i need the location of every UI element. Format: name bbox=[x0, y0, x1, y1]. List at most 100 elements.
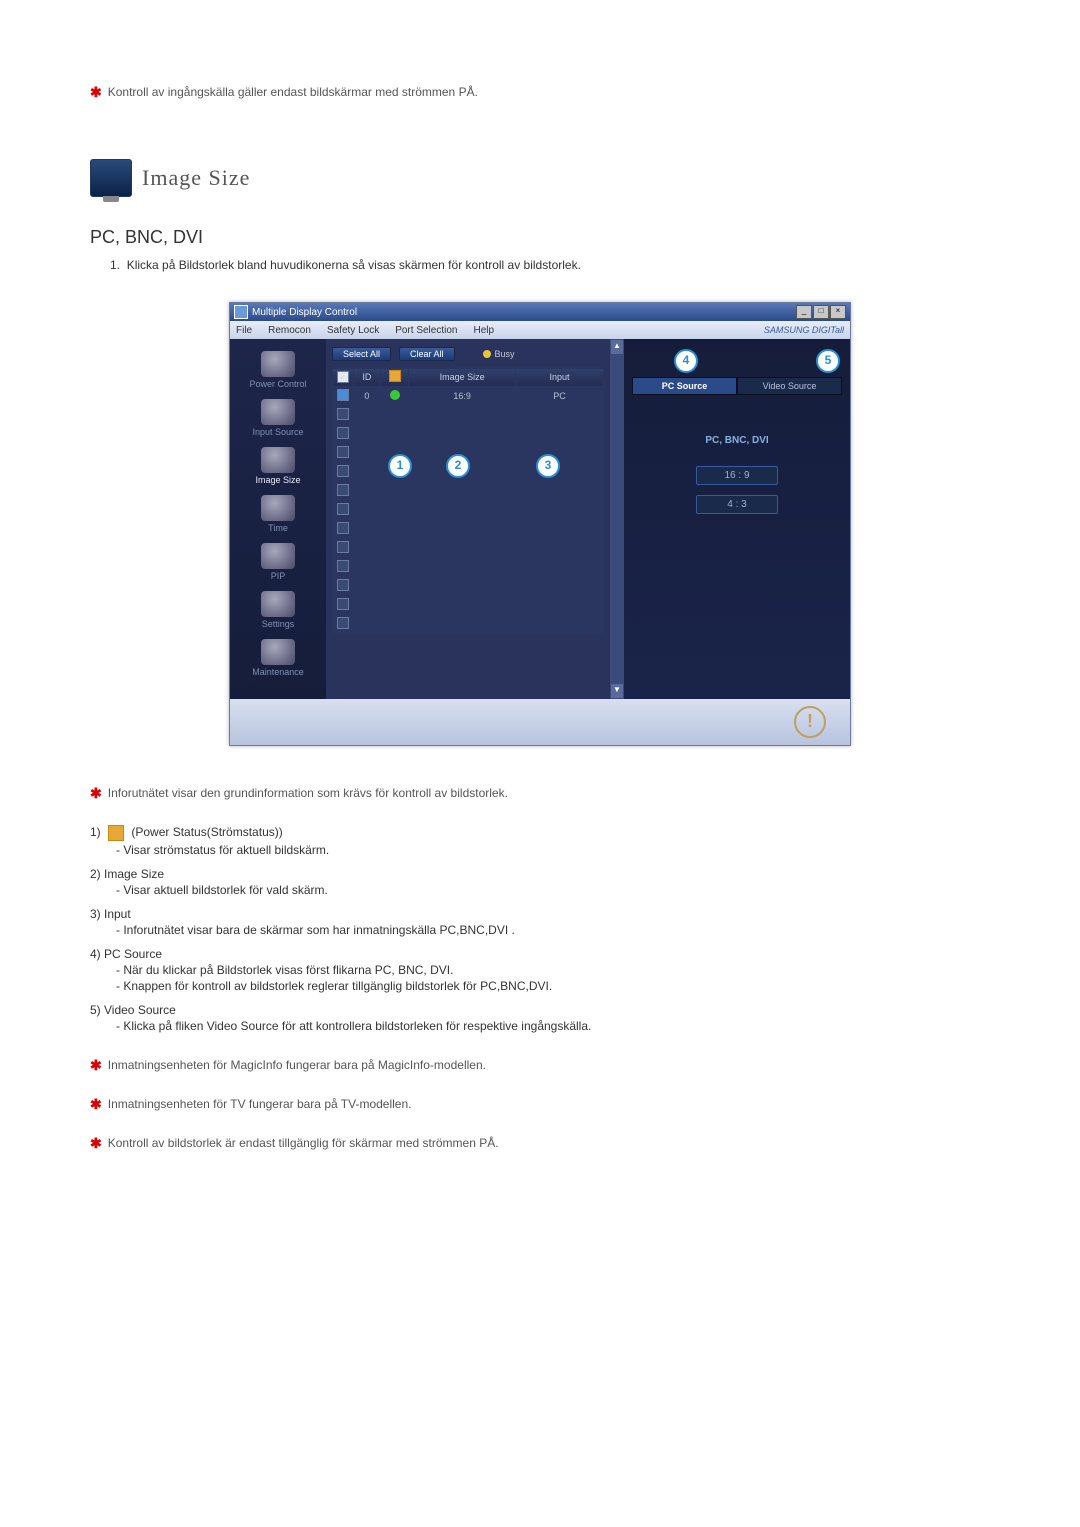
sidebar-item-settings[interactable]: Settings bbox=[238, 589, 318, 633]
row-checkbox[interactable] bbox=[337, 389, 349, 401]
desc-item-1-line: - Visar strömstatus för aktuell bildskär… bbox=[116, 843, 990, 857]
menu-safety-lock[interactable]: Safety Lock bbox=[327, 325, 379, 336]
table-row bbox=[333, 577, 604, 596]
close-button[interactable]: × bbox=[830, 305, 846, 319]
star-note-1-text: Inmatningsenheten för MagicInfo fungerar… bbox=[108, 1058, 486, 1072]
window-title: Multiple Display Control bbox=[252, 307, 357, 318]
sidebar-label-image: Image Size bbox=[255, 475, 300, 485]
header-id[interactable]: ID bbox=[353, 368, 381, 387]
star-icon: ✱ bbox=[90, 1136, 102, 1150]
instruction-1: 1. Klicka på Bildstorlek bland huvudikon… bbox=[110, 258, 990, 272]
desc-item-5-label: 5) Video Source bbox=[90, 1003, 176, 1017]
desc-item-2-line: - Visar aktuell bildstorlek för vald skä… bbox=[116, 883, 990, 897]
desc-item-2-label: 2) Image Size bbox=[90, 867, 164, 881]
table-row bbox=[333, 539, 604, 558]
desc-item-4-label: 4) PC Source bbox=[90, 947, 162, 961]
callout-4: 4 bbox=[674, 349, 698, 373]
star-note-3-text: Kontroll av bildstorlek är endast tillgä… bbox=[108, 1136, 499, 1150]
busy-label: Busy bbox=[495, 349, 515, 359]
note-info-grid-text: Inforutnätet visar den grundinformation … bbox=[108, 786, 508, 800]
callout-2: 2 bbox=[446, 454, 470, 478]
table-header-row: ✓ ID Image Size Input bbox=[333, 368, 604, 387]
star-note-2: ✱ Inmatningsenheten för TV fungerar bara… bbox=[90, 1097, 990, 1111]
header-check[interactable]: ✓ bbox=[333, 368, 354, 387]
tab-pc-source[interactable]: PC Source bbox=[632, 377, 737, 395]
sidebar-item-input[interactable]: Input Source bbox=[238, 397, 318, 441]
sidebar-item-maintenance[interactable]: Maintenance bbox=[238, 637, 318, 681]
header-image-size[interactable]: Image Size bbox=[409, 368, 516, 387]
sidebar-label-power: Power Control bbox=[249, 379, 306, 389]
star-note-1: ✱ Inmatningsenheten för MagicInfo funger… bbox=[90, 1058, 990, 1072]
scroll-track[interactable] bbox=[610, 355, 624, 683]
titlebar: Multiple Display Control _ □ × bbox=[230, 303, 850, 321]
desc-item-3: 3) Input - Inforutnätet visar bara de sk… bbox=[90, 907, 990, 937]
window-controls: _ □ × bbox=[796, 305, 846, 319]
scroll-up-button[interactable]: ▲ bbox=[610, 339, 624, 355]
table-row bbox=[333, 501, 604, 520]
menu-help[interactable]: Help bbox=[473, 325, 494, 336]
minimize-button[interactable]: _ bbox=[796, 305, 812, 319]
note-info-grid: ✱ Inforutnätet visar den grundinformatio… bbox=[90, 786, 990, 800]
table-row[interactable]: 0 16:9 PC bbox=[333, 387, 604, 406]
menu-file[interactable]: File bbox=[236, 325, 252, 336]
desc-item-4-line2: - Knappen för kontroll av bildstorlek re… bbox=[116, 979, 990, 993]
row-image-size: 16:9 bbox=[409, 387, 516, 406]
desc-item-5-line: - Klicka på fliken Video Source för att … bbox=[116, 1019, 990, 1033]
star-icon: ✱ bbox=[90, 85, 102, 99]
desc-item-2: 2) Image Size - Visar aktuell bildstorle… bbox=[90, 867, 990, 897]
ratio-16-9-button[interactable]: 16 : 9 bbox=[696, 466, 778, 485]
settings-icon bbox=[261, 591, 295, 617]
callout-1: 1 bbox=[388, 454, 412, 478]
sidebar-label-settings: Settings bbox=[262, 619, 295, 629]
desc-item-3-label: 3) Input bbox=[90, 907, 131, 921]
power-status-icon bbox=[108, 825, 124, 841]
sidebar-item-power[interactable]: Power Control bbox=[238, 349, 318, 393]
busy-dot-icon bbox=[483, 350, 491, 358]
sidebar-label-pip: PIP bbox=[271, 571, 286, 581]
table-row bbox=[333, 520, 604, 539]
tab-video-source[interactable]: Video Source bbox=[737, 377, 842, 395]
table-row bbox=[333, 558, 604, 577]
right-panel: 4 5 PC Source Video Source PC, BNC, DVI … bbox=[624, 339, 850, 699]
brand-label: SAMSUNG DIGITall bbox=[764, 325, 844, 335]
maintenance-icon bbox=[261, 639, 295, 665]
grid-area: Select All Clear All Busy ✓ ID Image Siz bbox=[326, 339, 610, 699]
app-icon bbox=[234, 305, 248, 319]
callout-5: 5 bbox=[816, 349, 840, 373]
sidebar-label-maintenance: Maintenance bbox=[252, 667, 304, 677]
table-row bbox=[333, 425, 604, 444]
desc-item-1: 1) (Power Status(Strömstatus)) - Visar s… bbox=[90, 825, 990, 857]
instruction-1-text: Klicka på Bildstorlek bland huvudikonern… bbox=[127, 258, 581, 272]
busy-indicator: Busy bbox=[483, 349, 515, 359]
info-icon: ! bbox=[794, 706, 826, 738]
image-size-icon bbox=[261, 447, 295, 473]
header-status[interactable] bbox=[381, 368, 409, 387]
table-row bbox=[333, 406, 604, 425]
menu-remocon[interactable]: Remocon bbox=[268, 325, 311, 336]
sidebar: Power Control Input Source Image Size Ti… bbox=[230, 339, 326, 699]
ratio-4-3-button[interactable]: 4 : 3 bbox=[696, 495, 778, 514]
top-note: ✱ Kontroll av ingångskälla gäller endast… bbox=[90, 85, 990, 99]
input-icon bbox=[261, 399, 295, 425]
star-icon: ✱ bbox=[90, 1058, 102, 1072]
desc-item-1-label: 1) bbox=[90, 825, 101, 839]
row-input: PC bbox=[516, 387, 604, 406]
pip-icon bbox=[261, 543, 295, 569]
select-all-button[interactable]: Select All bbox=[332, 347, 391, 361]
callout-3: 3 bbox=[536, 454, 560, 478]
menubar: File Remocon Safety Lock Port Selection … bbox=[230, 321, 850, 339]
scrollbar[interactable]: ▲ ▼ bbox=[610, 339, 624, 699]
maximize-button[interactable]: □ bbox=[813, 305, 829, 319]
desc-item-3-line: - Inforutnätet visar bara de skärmar som… bbox=[116, 923, 990, 937]
desc-item-4-line1: - När du klickar på Bildstorlek visas fö… bbox=[116, 963, 990, 977]
section-title: Image Size bbox=[142, 165, 250, 191]
section-header: Image Size bbox=[90, 159, 990, 197]
menu-port-selection[interactable]: Port Selection bbox=[395, 325, 457, 336]
sidebar-item-image-size[interactable]: Image Size bbox=[238, 445, 318, 489]
sidebar-item-time[interactable]: Time bbox=[238, 493, 318, 537]
clear-all-button[interactable]: Clear All bbox=[399, 347, 455, 361]
sidebar-item-pip[interactable]: PIP bbox=[238, 541, 318, 585]
sub-title: PC, BNC, DVI bbox=[90, 227, 990, 248]
scroll-down-button[interactable]: ▼ bbox=[610, 683, 624, 699]
header-input[interactable]: Input bbox=[516, 368, 604, 387]
